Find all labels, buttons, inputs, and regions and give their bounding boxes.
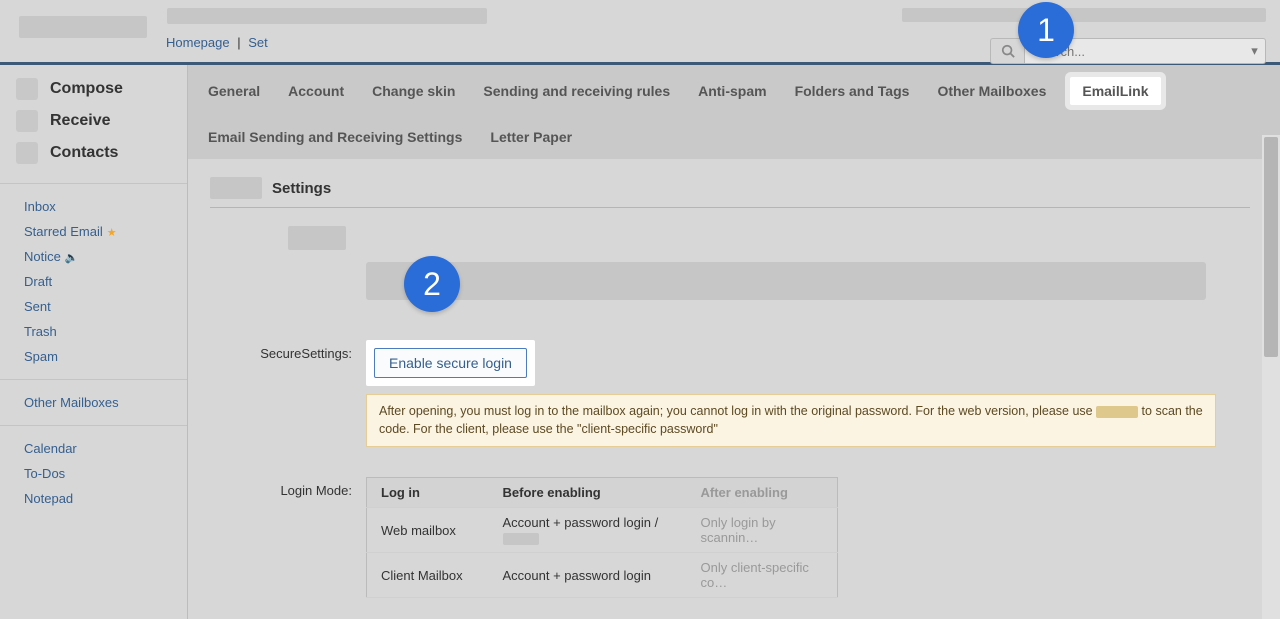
info-redacted-1	[1096, 406, 1138, 418]
search-icon[interactable]	[990, 38, 1024, 64]
th-login: Log in	[367, 478, 489, 508]
login-mode-table: Log in Before enabling After enabling We…	[366, 477, 838, 598]
sidebar-item-trash[interactable]: Trash	[0, 319, 187, 344]
search-dropdown[interactable]: ▾	[1244, 38, 1266, 64]
title-placeholder	[167, 8, 487, 24]
tab-letter-paper[interactable]: Letter Paper	[486, 125, 576, 149]
tab-account[interactable]: Account	[284, 79, 348, 103]
table-row: Client Mailbox Account + password login …	[367, 553, 838, 598]
scrollbar[interactable]	[1262, 135, 1280, 619]
tab-anti-spam[interactable]: Anti-spam	[694, 79, 770, 103]
sidebar-item-notepad[interactable]: Notepad	[0, 486, 187, 511]
breadcrumb: Homepage | Set	[166, 35, 268, 50]
tab-email-settings[interactable]: Email Sending and Receiving Settings	[204, 125, 466, 149]
table-row: Web mailbox Account + password login / O…	[367, 508, 838, 553]
page-title: Settings	[272, 180, 331, 197]
contacts-icon	[16, 142, 38, 164]
tab-other-mailboxes[interactable]: Other Mailboxes	[933, 79, 1050, 103]
set-link[interactable]: Set	[248, 35, 268, 50]
sidebar-item-spam[interactable]: Spam	[0, 344, 187, 369]
sidebar-item-notice[interactable]: Notice	[0, 244, 187, 269]
contacts-label: Contacts	[50, 144, 118, 162]
compose-icon	[16, 78, 38, 100]
secure-settings-label: SecureSettings:	[210, 340, 366, 361]
tab-folders-tags[interactable]: Folders and Tags	[791, 79, 914, 103]
sub-placeholder	[288, 226, 346, 250]
settings-tabs: General Account Change skin Sending and …	[188, 65, 1280, 159]
tab-emaillink[interactable]: EmailLink	[1070, 77, 1160, 105]
secure-info-box: After opening, you must log in to the ma…	[366, 394, 1216, 447]
topbar-placeholder	[902, 8, 1266, 22]
logo-placeholder	[19, 16, 147, 38]
tab-send-receive-rules[interactable]: Sending and receiving rules	[479, 79, 674, 103]
login-mode-label: Login Mode:	[210, 477, 366, 498]
homepage-link[interactable]: Homepage	[166, 35, 230, 50]
receive-label: Receive	[50, 112, 111, 130]
tab-general[interactable]: General	[204, 79, 264, 103]
sidebar-item-sent[interactable]: Sent	[0, 294, 187, 319]
receive-icon	[16, 110, 38, 132]
sidebar-item-calendar[interactable]: Calendar	[0, 436, 187, 461]
sidebar-item-other-mailboxes[interactable]: Other Mailboxes	[0, 390, 187, 415]
content-area: General Account Change skin Sending and …	[188, 65, 1280, 619]
cell-redacted	[503, 533, 539, 545]
title-placeholder-icon	[210, 177, 262, 199]
contacts-button[interactable]: Contacts	[16, 137, 171, 169]
sidebar-item-starred[interactable]: Starred Email	[0, 219, 187, 244]
compose-label: Compose	[50, 80, 123, 98]
sidebar: Compose Receive Contacts Inbox Starred E…	[0, 65, 188, 619]
sidebar-item-draft[interactable]: Draft	[0, 269, 187, 294]
enable-secure-login-button[interactable]: Enable secure login	[374, 348, 527, 378]
sidebar-item-todos[interactable]: To-Dos	[0, 461, 187, 486]
receive-button[interactable]: Receive	[16, 105, 171, 137]
annotation-badge-2: 2	[404, 256, 460, 312]
annotation-badge-1: 1	[1018, 2, 1074, 58]
scrollbar-thumb[interactable]	[1264, 137, 1278, 357]
tab-change-skin[interactable]: Change skin	[368, 79, 459, 103]
th-before: Before enabling	[489, 478, 687, 508]
sidebar-item-inbox[interactable]: Inbox	[0, 194, 187, 219]
th-after: After enabling	[687, 478, 838, 508]
compose-button[interactable]: Compose	[16, 73, 171, 105]
section-placeholder	[366, 262, 1206, 300]
